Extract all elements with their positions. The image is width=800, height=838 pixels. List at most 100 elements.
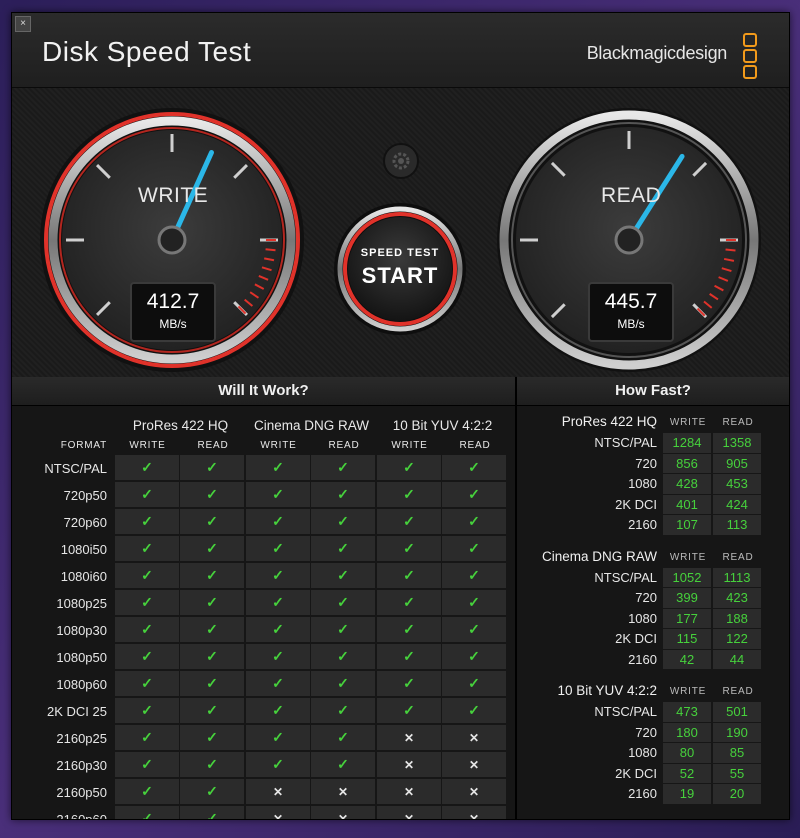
group-header: 10 Bit YUV 4:2:2 (392, 417, 493, 433)
write-fps-value: 107 (663, 515, 711, 536)
how-fast-block-title: 10 Bit YUV 4:2:2 (557, 683, 657, 698)
check-icon: ✓ (115, 671, 180, 698)
check-icon: ✓ (377, 509, 442, 536)
format-label: 1080p30 (56, 623, 107, 638)
check-icon: ✓ (246, 536, 311, 563)
write-col-header: WRITE (669, 551, 707, 563)
check-icon: ✓ (180, 590, 246, 617)
check-icon: ✓ (115, 590, 180, 617)
check-icon: ✓ (115, 725, 180, 752)
format-label: 2160p25 (56, 731, 107, 746)
cross-icon: ✕ (377, 806, 442, 819)
check-icon: ✓ (180, 698, 246, 725)
check-icon: ✓ (377, 590, 442, 617)
gauge-area: WRITE 412.7 MB/s READ 445.7 MB/s SPEED T… (12, 88, 789, 378)
write-fps-value: 428 (663, 474, 711, 495)
check-icon: ✓ (180, 671, 246, 698)
write-speed-unit: MB/s (159, 317, 187, 331)
read-fps-value: 20 (713, 784, 761, 805)
write-gauge-label: WRITE (138, 184, 209, 207)
format-label: 720 (635, 724, 657, 740)
cross-icon: ✕ (377, 779, 442, 806)
check-icon: ✓ (115, 698, 180, 725)
check-icon: ✓ (442, 644, 508, 671)
check-icon: ✓ (246, 509, 311, 536)
write-fps-value: 115 (663, 629, 711, 650)
check-icon: ✓ (442, 482, 508, 509)
table-row: 1080p25 ✓ ✓ ✓ ✓ ✓ ✓ (26, 590, 508, 617)
format-label: 720p50 (63, 488, 107, 503)
format-label: 2160p60 (56, 812, 107, 820)
check-icon: ✓ (246, 563, 311, 590)
read-readout: 445.7 MB/s (588, 282, 674, 342)
write-col-header: WRITE (129, 439, 166, 451)
check-icon: ✓ (246, 671, 311, 698)
format-label: 1080 (628, 476, 657, 491)
how-fast-block-header: ProRes 422 HQ WRITE READ (517, 407, 789, 433)
check-icon: ✓ (377, 563, 442, 590)
write-fps-value: 180 (663, 722, 711, 743)
gauge-redline-tick (725, 248, 736, 252)
write-fps-value: 401 (663, 494, 711, 515)
format-label: NTSC/PAL (594, 704, 657, 719)
check-icon: ✓ (115, 752, 180, 779)
table-row: 720p50 ✓ ✓ ✓ ✓ ✓ ✓ (26, 482, 508, 509)
format-label: 1080i50 (60, 542, 107, 557)
check-icon: ✓ (246, 482, 311, 509)
check-icon: ✓ (442, 563, 508, 590)
cross-icon: ✕ (442, 752, 508, 779)
write-col-header: WRITE (260, 439, 297, 451)
read-col-header: READ (459, 439, 491, 451)
how-fast-block-header: 10 Bit YUV 4:2:2 WRITE READ (517, 676, 789, 702)
table-row: 2160p25 ✓ ✓ ✓ ✓ ✕ ✕ (26, 725, 508, 752)
check-icon: ✓ (311, 725, 377, 752)
title-bar: × Disk Speed Test Blackmagicdesign (12, 13, 789, 88)
write-fps-value: 177 (663, 608, 711, 629)
format-label: 2K DCI (615, 765, 657, 781)
write-fps-value: 399 (663, 588, 711, 609)
cross-icon: ✕ (311, 806, 377, 819)
table-row: 2160 42 44 (517, 649, 789, 670)
gauge-redline-tick (265, 248, 276, 252)
speed-test-start-button[interactable]: SPEED TEST START (334, 203, 466, 335)
format-label: 2160 (628, 786, 657, 801)
check-icon: ✓ (180, 752, 246, 779)
write-fps-value: 856 (663, 453, 711, 474)
check-icon: ✓ (442, 536, 508, 563)
check-icon: ✓ (311, 644, 377, 671)
table-row: NTSC/PAL 1052 1113 (517, 567, 789, 588)
write-speed-value: 412.7 (146, 290, 200, 313)
format-label: NTSC/PAL (594, 569, 657, 585)
check-icon: ✓ (377, 536, 442, 563)
check-icon: ✓ (180, 455, 246, 482)
read-fps-value: 1358 (713, 433, 761, 454)
check-icon: ✓ (246, 644, 311, 671)
format-label: 2K DCI (615, 496, 657, 512)
table-row: 1080i60 ✓ ✓ ✓ ✓ ✓ ✓ (26, 563, 508, 590)
table-row: 2K DCI 52 55 (517, 763, 789, 784)
app-window: × Disk Speed Test Blackmagicdesign WRITE… (11, 12, 790, 820)
will-it-work-table: ProRes 422 HQ Cinema DNG RAW 10 Bit YUV … (26, 415, 508, 820)
check-icon: ✓ (180, 806, 246, 819)
format-label: 720 (635, 590, 657, 605)
will-it-work-rows: NTSC/PAL ✓ ✓ ✓ ✓ ✓ ✓ 720p50 ✓ ✓ ✓ ✓ ✓ ✓ 720p60 ✓ ✓ ✓ ✓ ✓ ✓ 10… (26, 455, 508, 820)
table-row: 2160p50 ✓ ✓ ✕ ✕ ✕ ✕ (26, 779, 508, 806)
cross-icon: ✕ (442, 806, 508, 819)
write-fps-value: 80 (663, 743, 711, 764)
write-fps-value: 1052 (663, 567, 711, 588)
gear-icon[interactable] (384, 144, 418, 178)
check-icon: ✓ (115, 455, 180, 482)
how-fast-title: How Fast? (517, 377, 789, 406)
check-icon: ✓ (442, 617, 508, 644)
will-it-work-title: Will It Work? (12, 377, 515, 406)
close-button[interactable]: × (15, 16, 31, 32)
check-icon: ✓ (442, 455, 508, 482)
check-icon: ✓ (246, 590, 311, 617)
read-fps-value: 55 (713, 763, 761, 784)
check-icon: ✓ (246, 617, 311, 644)
cross-icon: ✕ (311, 779, 377, 806)
check-icon: ✓ (180, 644, 246, 671)
format-label: 2K DCI 25 (47, 704, 107, 719)
table-row: NTSC/PAL ✓ ✓ ✓ ✓ ✓ ✓ (26, 455, 508, 482)
table-row: 2160 19 20 (517, 784, 789, 805)
